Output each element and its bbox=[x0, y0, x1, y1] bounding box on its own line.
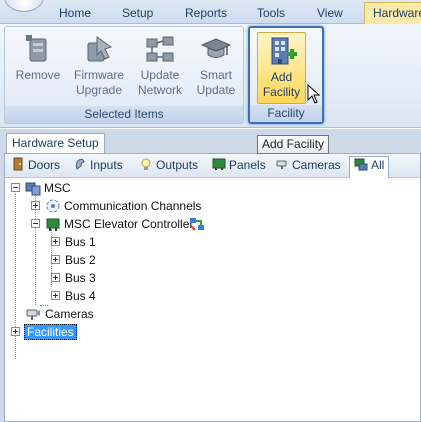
controller-board-icon bbox=[46, 218, 60, 231]
tree-node-facilities[interactable]: Facilities bbox=[5, 323, 145, 341]
filter-tab-panels[interactable]: Panels bbox=[212, 157, 266, 176]
expand-toggle[interactable] bbox=[11, 327, 20, 336]
firmware-label-1: Firmware bbox=[74, 68, 124, 82]
tree-label-cameras: Cameras bbox=[45, 307, 94, 321]
filter-bar: Doors Inputs Outputs Panels Cameras All bbox=[5, 154, 420, 178]
menu-tab-setup[interactable]: Setup bbox=[122, 5, 153, 24]
firmware-upgrade-icon bbox=[87, 36, 113, 62]
input-icon bbox=[75, 158, 85, 170]
firmware-label-2: Upgrade bbox=[75, 83, 123, 97]
filter-label-outputs: Outputs bbox=[156, 158, 199, 172]
camera-icon bbox=[276, 160, 287, 169]
smart-update-icon bbox=[200, 38, 232, 58]
add-facility-icon bbox=[271, 37, 297, 65]
hardware-setup-panel: Doors Inputs Outputs Panels Cameras All bbox=[4, 153, 421, 422]
expand-toggle[interactable] bbox=[31, 201, 40, 210]
tree-node-msc-elevator-controller[interactable]: MSC Elevator Controller bbox=[5, 215, 305, 233]
all-devices-icon bbox=[354, 158, 368, 171]
menu-bar: Home Setup Reports Tools View Hardware bbox=[0, 0, 421, 25]
tree-node-bus-3[interactable]: Bus 3 bbox=[5, 269, 125, 287]
filter-tab-outputs[interactable]: Outputs bbox=[139, 157, 198, 176]
tree-node-msc[interactable]: MSC bbox=[5, 179, 205, 197]
filter-tab-doors[interactable]: Doors bbox=[11, 157, 60, 176]
network-status-icon bbox=[190, 218, 204, 231]
msc-system-icon bbox=[25, 182, 41, 196]
panel-board-icon bbox=[212, 158, 226, 170]
camera-icon bbox=[26, 309, 40, 320]
add-facility-button[interactable]: Add Facility bbox=[257, 32, 306, 104]
tree-label-bus-1: Bus 1 bbox=[65, 235, 96, 249]
firmware-upgrade-button[interactable]: Firmware Upgrade bbox=[69, 31, 129, 103]
ribbon-group-selected-items: Remove Firmware Upgrade Update Network S… bbox=[4, 26, 244, 124]
mouse-cursor-icon bbox=[307, 84, 321, 104]
filter-label-all: All bbox=[371, 158, 385, 172]
app-orb-button[interactable] bbox=[4, 0, 44, 12]
tree-node-cameras[interactable]: Cameras bbox=[5, 305, 145, 323]
communication-channels-icon bbox=[46, 199, 60, 213]
remove-button[interactable]: Remove bbox=[11, 31, 65, 103]
tree-label-communication-channels: Communication Channels bbox=[64, 199, 202, 213]
tree-label-bus-3: Bus 3 bbox=[65, 271, 96, 285]
collapse-toggle[interactable] bbox=[31, 219, 40, 228]
add-facility-tooltip: Add Facility bbox=[257, 135, 330, 154]
hardware-setup-area: Hardware Setup Doors Inputs Outputs Pane… bbox=[0, 129, 421, 422]
update-network-icon bbox=[146, 36, 174, 62]
remove-label: Remove bbox=[15, 68, 61, 82]
add-facility-label-2: Facility bbox=[262, 85, 301, 99]
update-network-label-1: Update bbox=[140, 68, 180, 82]
add-facility-label-1: Add bbox=[270, 70, 293, 84]
menu-tab-tools[interactable]: Tools bbox=[257, 5, 285, 24]
expand-toggle[interactable] bbox=[51, 255, 60, 264]
collapse-toggle[interactable] bbox=[11, 183, 20, 192]
menu-tab-reports[interactable]: Reports bbox=[185, 5, 227, 24]
expand-toggle[interactable] bbox=[51, 237, 60, 246]
update-network-button[interactable]: Update Network bbox=[131, 31, 189, 103]
filter-tab-cameras[interactable]: Cameras bbox=[275, 157, 341, 176]
smart-update-label-2: Update bbox=[196, 83, 236, 97]
menu-tab-home[interactable]: Home bbox=[59, 5, 91, 24]
filter-label-doors: Doors bbox=[28, 158, 61, 172]
tree-node-bus-4[interactable]: Bus 4 bbox=[5, 287, 125, 305]
remove-icon bbox=[26, 35, 47, 62]
selected-items-group-label: Selected Items bbox=[5, 106, 243, 123]
filter-tab-all[interactable]: All bbox=[349, 156, 390, 178]
expand-toggle[interactable] bbox=[51, 273, 60, 282]
tree-label-msc-elevator-controller: MSC Elevator Controller bbox=[64, 217, 194, 231]
smart-update-button[interactable]: Smart Update bbox=[191, 31, 241, 103]
filter-tab-inputs[interactable]: Inputs bbox=[73, 157, 123, 176]
facility-group-label: Facility bbox=[250, 105, 322, 122]
tree-node-bus-1[interactable]: Bus 1 bbox=[5, 233, 125, 251]
tab-hardware-setup[interactable]: Hardware Setup bbox=[6, 133, 105, 154]
ribbon: Remove Firmware Upgrade Update Network S… bbox=[0, 24, 421, 128]
smart-update-label-1: Smart bbox=[199, 68, 232, 82]
filter-label-cameras: Cameras bbox=[292, 158, 341, 172]
tree-label-msc: MSC bbox=[44, 181, 71, 195]
tree-label-bus-2: Bus 2 bbox=[65, 253, 96, 267]
tree-label-bus-4: Bus 4 bbox=[65, 289, 96, 303]
expand-toggle[interactable] bbox=[51, 291, 60, 300]
tree-node-communication-channels[interactable]: Communication Channels bbox=[5, 197, 265, 215]
tree-node-bus-2[interactable]: Bus 2 bbox=[5, 251, 125, 269]
tree-label-facilities: Facilities bbox=[24, 324, 77, 340]
filter-label-panels: Panels bbox=[229, 158, 266, 172]
menu-tab-view[interactable]: View bbox=[317, 5, 343, 24]
filter-label-inputs: Inputs bbox=[90, 158, 123, 172]
menu-tab-hardware[interactable]: Hardware bbox=[364, 2, 421, 25]
lightbulb-icon bbox=[141, 158, 151, 170]
hardware-tree: MSC Communication Channels MSC Elevator … bbox=[5, 179, 420, 419]
update-network-label-2: Network bbox=[137, 83, 182, 97]
door-icon bbox=[13, 157, 23, 171]
ribbon-group-facility: Add Facility Facility bbox=[248, 26, 324, 124]
